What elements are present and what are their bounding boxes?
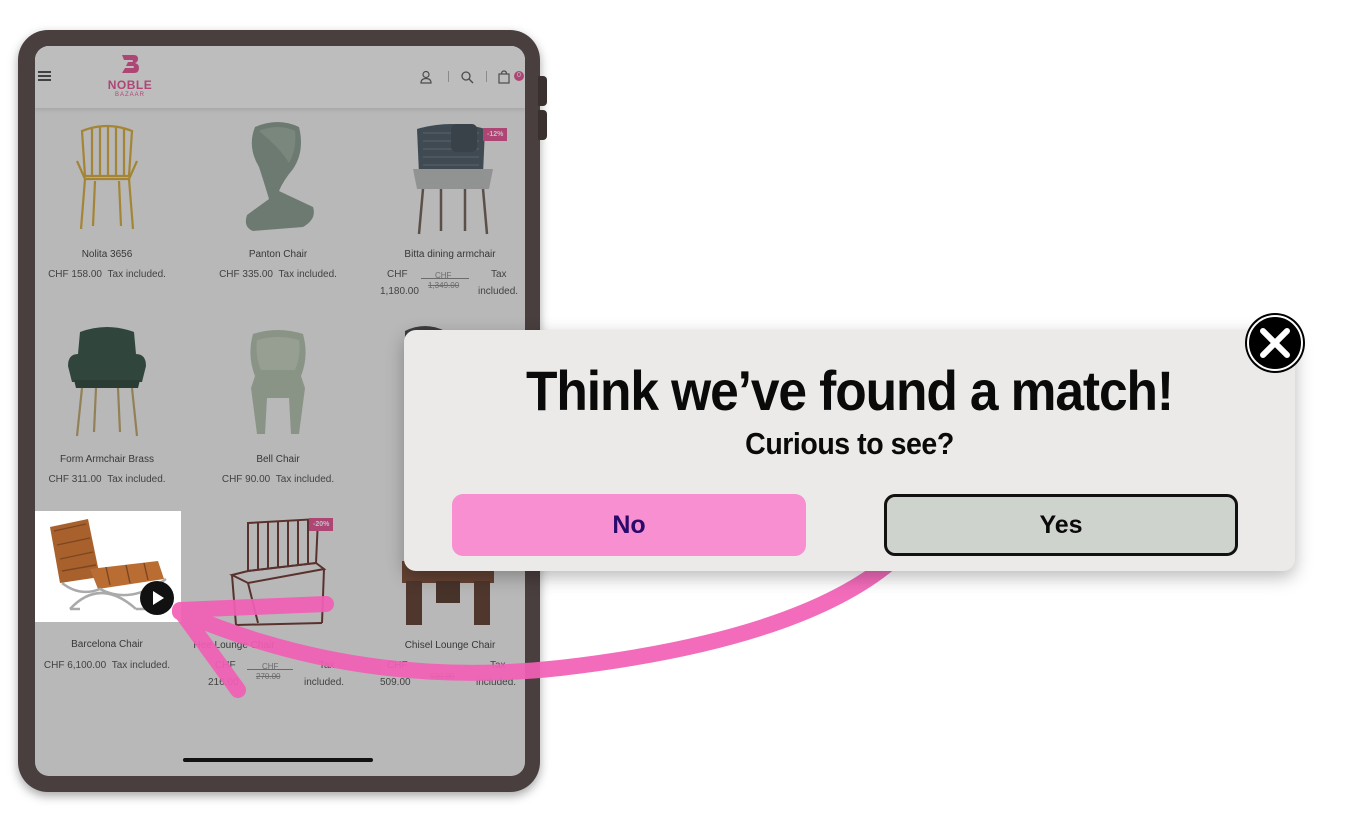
tablet-side-button xyxy=(538,110,547,140)
play-video-icon[interactable] xyxy=(139,580,175,616)
close-icon[interactable] xyxy=(1243,311,1307,375)
home-indicator[interactable] xyxy=(183,758,373,762)
popup-title: Think we’ve found a match! xyxy=(526,359,1174,422)
highlighted-product-image[interactable] xyxy=(35,511,181,622)
popup-subtitle: Curious to see? xyxy=(745,426,954,461)
no-button[interactable]: No xyxy=(452,494,806,556)
match-popup: Think we’ve found a match! Curious to se… xyxy=(404,330,1295,571)
yes-button[interactable]: Yes xyxy=(884,494,1238,556)
tablet-side-button xyxy=(538,76,547,106)
